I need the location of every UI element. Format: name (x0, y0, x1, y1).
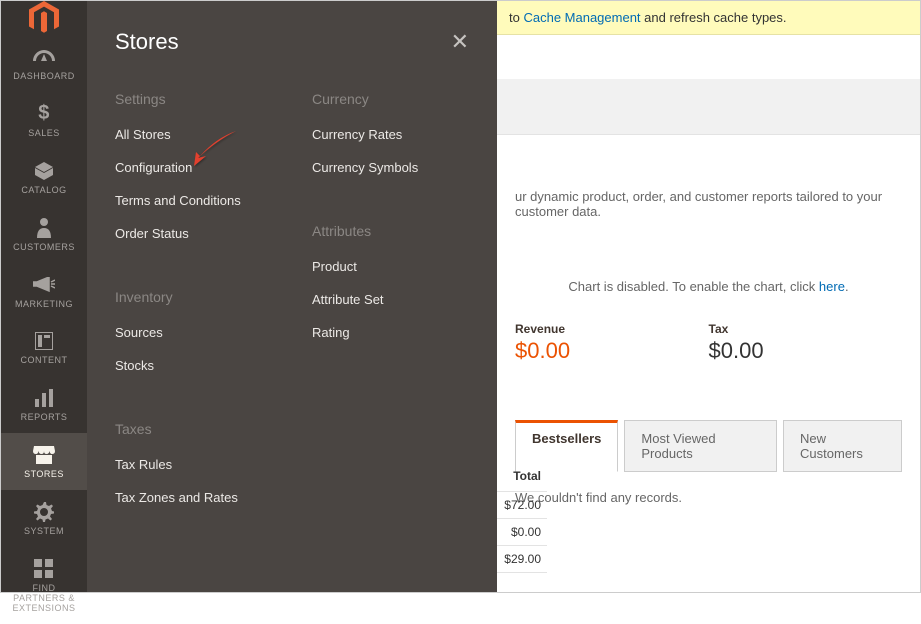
stat-revenue: Revenue $0.00 (515, 322, 709, 364)
link-terms-conditions[interactable]: Terms and Conditions (115, 193, 272, 208)
nav-catalog[interactable]: CATALOG (1, 149, 87, 206)
table-header-total: Total (497, 461, 547, 492)
nav-reports[interactable]: REPORTS (1, 376, 87, 433)
header-bar (497, 79, 920, 135)
flyout-title: Stores (115, 29, 179, 55)
person-icon (37, 216, 51, 240)
bars-icon (35, 386, 53, 410)
link-configuration[interactable]: Configuration (115, 160, 272, 175)
flyout-col-2: Currency Currency Rates Currency Symbols… (312, 91, 469, 523)
nav-label: SALES (28, 129, 60, 139)
nav-label: STORES (24, 470, 64, 480)
nav-system[interactable]: SYSTEM (1, 490, 87, 547)
nav-stores[interactable]: STORES (1, 433, 87, 490)
bi-description: ur dynamic product, order, and customer … (515, 189, 902, 219)
megaphone-icon (33, 273, 55, 297)
link-tax-zones[interactable]: Tax Zones and Rates (115, 490, 272, 505)
nav-label: REPORTS (21, 413, 68, 423)
link-all-stores[interactable]: All Stores (115, 127, 272, 142)
dashboard-icon (33, 45, 55, 69)
tab-new-customers[interactable]: New Customers (783, 420, 902, 472)
layout-icon (35, 329, 53, 353)
nav-marketing[interactable]: MARKETING (1, 263, 87, 320)
nav-label: MARKETING (15, 300, 73, 310)
storefront-icon (33, 443, 55, 467)
dashboard-content: to Cache Management and refresh cache ty… (497, 1, 920, 592)
link-currency-symbols[interactable]: Currency Symbols (312, 160, 469, 175)
dashboard-tabs: Bestsellers Most Viewed Products New Cus… (515, 420, 902, 472)
no-records-message: We couldn't find any records. (515, 490, 902, 505)
group-taxes: Taxes (115, 421, 272, 437)
link-stocks[interactable]: Stocks (115, 358, 272, 373)
group-attributes: Attributes (312, 223, 469, 239)
tab-most-viewed[interactable]: Most Viewed Products (624, 420, 777, 472)
link-enable-chart[interactable]: here (819, 279, 845, 294)
notice-text: and refresh cache types. (641, 10, 787, 25)
table-row: $72.00 (497, 492, 547, 519)
link-sources[interactable]: Sources (115, 325, 272, 340)
nav-label: SYSTEM (24, 527, 64, 537)
link-attr-set[interactable]: Attribute Set (312, 292, 469, 307)
stores-flyout: Stores ✕ Settings All Stores Configurati… (87, 1, 497, 592)
chart-disabled-note: Chart is disabled. To enable the chart, … (515, 279, 902, 294)
link-currency-rates[interactable]: Currency Rates (312, 127, 469, 142)
notice-text: to (509, 10, 523, 25)
table-row: $0.00 (497, 519, 547, 546)
stat-value: $0.00 (515, 338, 709, 364)
stat-value: $0.00 (709, 338, 903, 364)
link-cache-management[interactable]: Cache Management (523, 10, 640, 25)
nav-partners[interactable]: FIND PARTNERS & EXTENSIONS (1, 547, 87, 624)
nav-dashboard[interactable]: DASHBOARD (1, 35, 87, 92)
link-attr-rating[interactable]: Rating (312, 325, 469, 340)
nav-content[interactable]: CONTENT (1, 319, 87, 376)
nav-customers[interactable]: CUSTOMERS (1, 206, 87, 263)
nav-sales[interactable]: $ SALES (1, 92, 87, 149)
stat-label: Revenue (515, 322, 709, 336)
flyout-col-1: Settings All Stores Configuration Terms … (115, 91, 272, 523)
group-inventory: Inventory (115, 289, 272, 305)
cache-notice: to Cache Management and refresh cache ty… (497, 1, 920, 35)
stats-row: Revenue $0.00 Tax $0.00 (515, 322, 902, 364)
main-nav: DASHBOARD $ SALES CATALOG CUSTOMERS MARK… (1, 1, 87, 592)
stat-label: Tax (709, 322, 903, 336)
link-order-status[interactable]: Order Status (115, 226, 272, 241)
stat-tax: Tax $0.00 (709, 322, 903, 364)
group-currency: Currency (312, 91, 469, 107)
nav-label: DASHBOARD (13, 72, 75, 82)
close-icon[interactable]: ✕ (451, 29, 469, 55)
link-tax-rules[interactable]: Tax Rules (115, 457, 272, 472)
nav-label: FIND PARTNERS & EXTENSIONS (5, 584, 83, 614)
link-attr-product[interactable]: Product (312, 259, 469, 274)
table-row: $29.00 (497, 546, 547, 573)
table-total-column: Total $72.00 $0.00 $29.00 (497, 461, 547, 573)
gear-icon (34, 500, 54, 524)
dollar-icon: $ (38, 102, 50, 126)
group-settings: Settings (115, 91, 272, 107)
nav-label: CUSTOMERS (13, 243, 75, 253)
nav-label: CONTENT (21, 356, 68, 366)
nav-label: CATALOG (21, 186, 66, 196)
box-icon (34, 159, 54, 183)
blocks-icon (34, 557, 54, 581)
magento-logo[interactable] (1, 1, 87, 35)
